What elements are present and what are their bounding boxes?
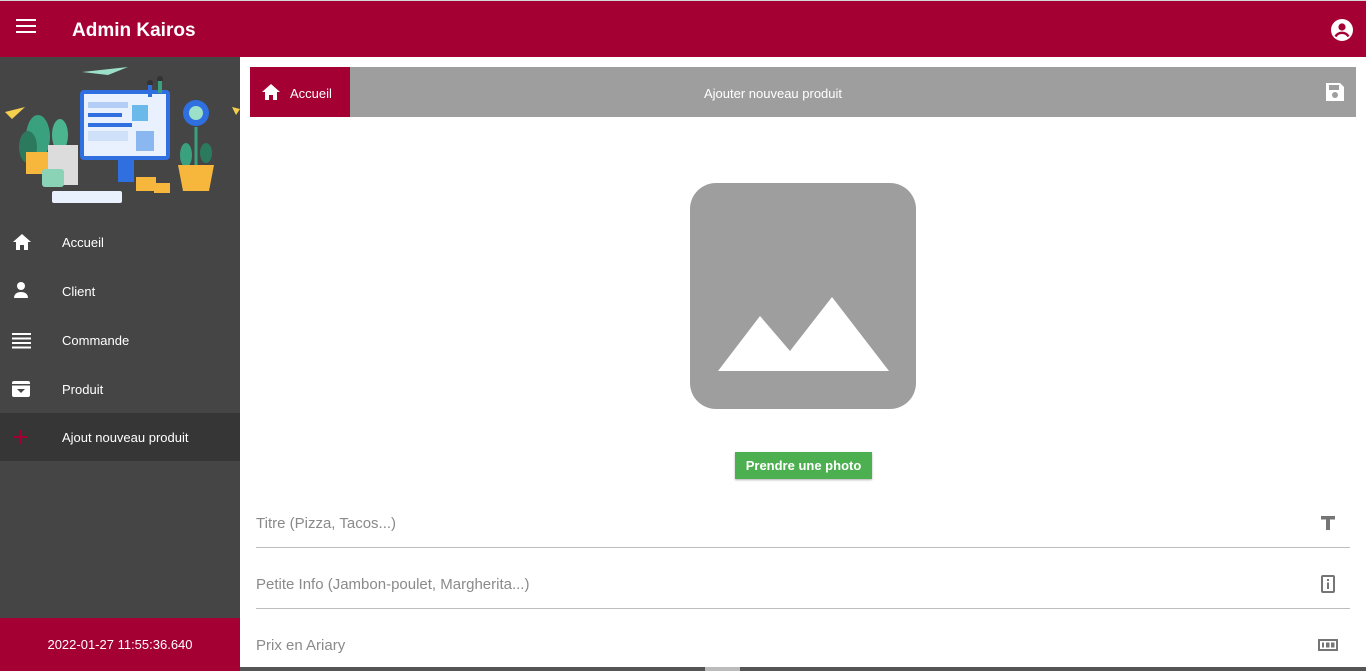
info-field xyxy=(256,559,1350,609)
app-title: Admin Kairos xyxy=(72,20,196,41)
sidebar-item-label: Commande xyxy=(62,333,130,348)
title-input[interactable] xyxy=(256,510,1296,536)
sidebar-item-label: Accueil xyxy=(62,235,104,250)
sidebar-item-label: Produit xyxy=(62,382,104,397)
sidebar-item-ajout-nouveau-produit[interactable]: Ajout nouveau produit xyxy=(0,413,240,461)
save-icon[interactable] xyxy=(1324,81,1346,103)
account-icon[interactable] xyxy=(1330,18,1354,42)
text-format-icon xyxy=(1321,516,1335,530)
archive-icon xyxy=(12,381,30,397)
sidebar-item-client[interactable]: Client xyxy=(0,267,240,315)
sidebar-item-produit[interactable]: Produit xyxy=(0,365,240,413)
image-placeholder-icon xyxy=(690,183,916,409)
menu-icon[interactable] xyxy=(16,19,40,39)
breadcrumb-home-link[interactable]: Accueil xyxy=(250,67,350,117)
money-icon xyxy=(1318,639,1338,651)
info-icon xyxy=(1321,575,1335,593)
sidebar-item-label: Ajout nouveau produit xyxy=(62,430,189,445)
sidebar-item-commande[interactable]: Commande xyxy=(0,316,240,364)
sidebar: Accueil Client Commande Produit Ajout no… xyxy=(0,57,240,671)
home-icon xyxy=(262,84,280,100)
current-timestamp: 2022-01-27 11:55:36.640 xyxy=(0,618,240,671)
scrollbar-thumb[interactable] xyxy=(705,667,740,671)
info-input[interactable] xyxy=(256,571,1296,597)
take-photo-button[interactable]: Prendre une photo xyxy=(735,452,872,479)
sidebar-item-accueil[interactable]: Accueil xyxy=(0,218,240,266)
person-icon xyxy=(14,282,28,298)
breadcrumb: Ajouter nouveau produit Accueil xyxy=(250,67,1356,117)
home-icon xyxy=(13,234,31,250)
breadcrumb-home-label: Accueil xyxy=(290,86,332,101)
title-field xyxy=(256,498,1350,548)
sidebar-item-label: Client xyxy=(62,284,96,299)
app-bar: Admin Kairos xyxy=(0,0,1366,57)
price-input[interactable] xyxy=(256,632,1296,658)
list-icon xyxy=(12,333,31,349)
plus-icon xyxy=(14,430,28,444)
page-title: Ajouter nouveau produit xyxy=(703,86,843,101)
price-field xyxy=(256,620,1350,670)
horizontal-scrollbar[interactable] xyxy=(240,667,1366,671)
sidebar-illustration xyxy=(5,67,240,203)
